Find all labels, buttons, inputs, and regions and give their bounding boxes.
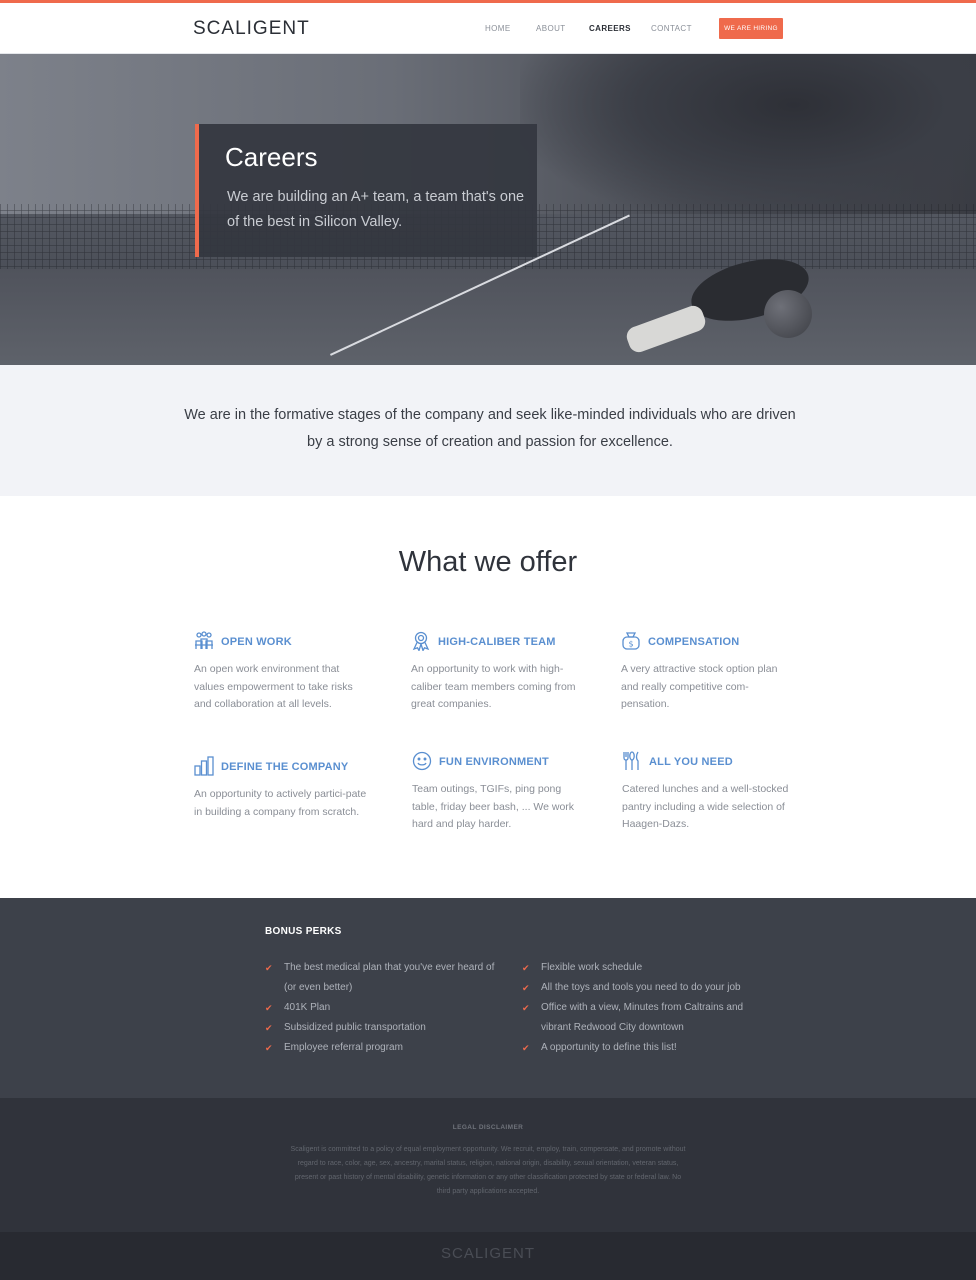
check-icon: ✔ — [265, 1003, 273, 1013]
people-icon — [194, 631, 214, 651]
bar-chart-icon — [194, 756, 214, 776]
nav-home[interactable]: HOME — [485, 24, 511, 33]
feature-text: A very attractive stock option plan and … — [621, 663, 778, 710]
footer: SCALIGENT — [0, 1232, 976, 1280]
perks-list-right: ✔ Flexible work schedule ✔ All the toys an… — [522, 958, 792, 1058]
perk-item: ✔ 401K Plan — [265, 998, 495, 1018]
perk-item: ✔ A opportunity to define this list! — [522, 1038, 792, 1058]
hero-card: Careers We are building an A+ team, a te… — [195, 124, 537, 257]
check-icon: ✔ — [265, 1023, 273, 1033]
perk-item: ✔ Office with a view, Minutes from Caltra… — [522, 998, 762, 1038]
check-icon: ✔ — [522, 1043, 530, 1053]
feature-title: FUN ENVIRONMENT — [439, 756, 549, 768]
svg-text:$: $ — [628, 640, 633, 649]
site-logo[interactable]: SCALIGENT — [193, 18, 310, 40]
we-are-hiring-button[interactable]: WE ARE HIRING — [719, 18, 783, 39]
perks-list-left: ✔ The best medical plan that you've ever … — [265, 958, 495, 1058]
footer-logo[interactable]: SCALIGENT — [0, 1245, 976, 1262]
ping-pong-table — [0, 269, 976, 365]
feature-text: Team outings, TGIFs, ping pong table, fr… — [412, 783, 575, 830]
feature-title: HIGH-CALIBER TEAM — [438, 636, 556, 648]
legal-disclaimer-text: Scaligent is committed to a policy of eq… — [290, 1146, 686, 1195]
bonus-perks-title: BONUS PERKS — [265, 926, 342, 937]
money-bag-icon: $ — [621, 631, 641, 651]
perk-item: ✔ Employee referral program — [265, 1038, 495, 1058]
perk-item: ✔ Flexible work schedule — [522, 958, 792, 978]
feature-title: OPEN WORK — [221, 636, 292, 648]
perk-item: ✔ All the toys and tools you need to do y… — [522, 978, 792, 998]
intro-section: We are in the formative stages of the co… — [0, 365, 976, 496]
award-ribbon-icon — [411, 631, 431, 653]
perk-item: ✔ The best medical plan that you've ever … — [265, 958, 495, 998]
legal-disclaimer-section: LEGAL DISCLAIMER Scaligent is committed … — [0, 1098, 976, 1232]
nav-careers[interactable]: CAREERS — [589, 24, 631, 33]
check-icon: ✔ — [265, 1043, 273, 1053]
check-icon: ✔ — [522, 1003, 530, 1013]
offers-heading: What we offer — [398, 546, 578, 578]
feature-text: An opportunity to actively partici-pate … — [194, 788, 367, 818]
page-title: Careers — [225, 142, 318, 172]
ball-image — [764, 290, 812, 338]
feature-text: An open work environment that values emp… — [194, 663, 353, 710]
perk-item: ✔ Subsidized public transportation — [265, 1018, 495, 1038]
feature-title: DEFINE THE COMPANY — [221, 761, 349, 773]
nav-about[interactable]: ABOUT — [536, 24, 566, 33]
smiley-icon — [412, 751, 432, 771]
legal-disclaimer-title: LEGAL DISCLAIMER — [452, 1124, 524, 1131]
bonus-perks-section: BONUS PERKS ✔ The best medical plan that … — [0, 898, 976, 1098]
check-icon: ✔ — [522, 963, 530, 973]
utensils-icon — [622, 751, 642, 771]
intro-text: We are in the formative stages of the co… — [184, 407, 796, 450]
check-icon: ✔ — [522, 983, 530, 993]
feature-text: Catered lunches and a well-stocked pantr… — [622, 783, 789, 830]
nav-contact[interactable]: CONTACT — [651, 24, 692, 33]
feature-title: ALL YOU NEED — [649, 756, 733, 768]
hero-subtitle: We are building an A+ team, a team that'… — [227, 189, 525, 230]
hero-people-shadow — [520, 54, 976, 224]
feature-title: COMPENSATION — [648, 636, 740, 648]
feature-text: An opportunity to work with high-caliber… — [411, 663, 576, 710]
top-navigation: SCALIGENT HOME ABOUT CAREERS CONTACT WE … — [0, 3, 976, 54]
check-icon: ✔ — [265, 963, 273, 973]
